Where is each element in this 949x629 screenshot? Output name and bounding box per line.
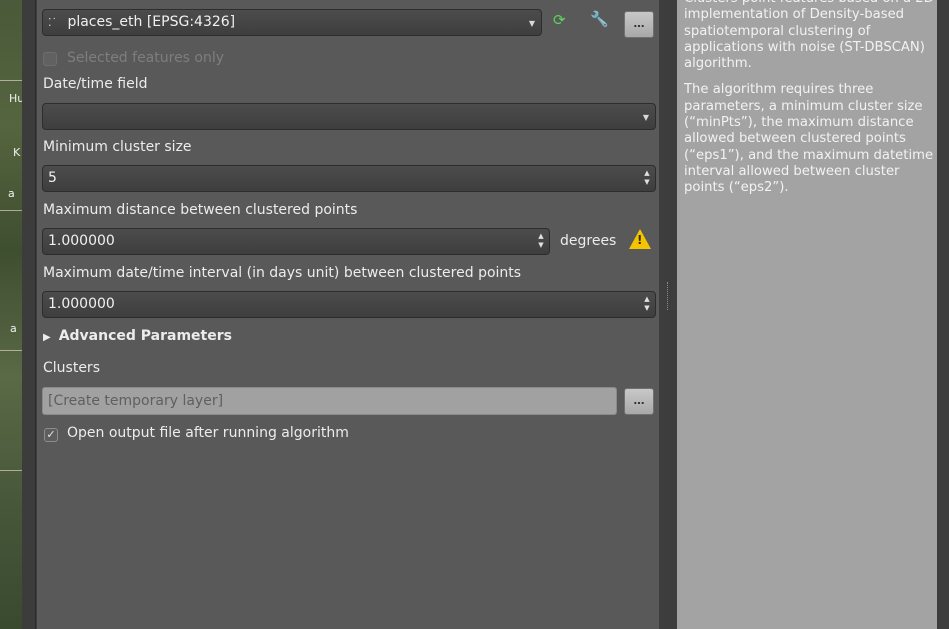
input-layer-more-button[interactable]: … (624, 11, 654, 38)
max-distance-label: Maximum distance between clustered point… (43, 202, 358, 218)
open-output-checkbox[interactable]: ✓ (44, 428, 58, 442)
spin-arrows-icon[interactable]: ▲ ▼ (643, 295, 651, 313)
advanced-parameters-label: Advanced Parameters (58, 328, 232, 344)
input-layer-combo[interactable]: ⁚˙ places_eth [EPSG:4326] ▼ (42, 9, 542, 36)
processing-dialog: Hu K a a ⁚˙ places_eth [EPSG:4326] ▼ ⟳ 🔧… (0, 0, 949, 629)
clusters-more-button[interactable]: … (624, 388, 654, 415)
spin-arrows-icon[interactable]: ▲ ▼ (537, 232, 545, 250)
datetime-field-label: Date/time field (43, 76, 148, 92)
open-output-label: Open output file after running algorithm (67, 425, 349, 441)
help-paragraph: The algorithm requires three parameters,… (684, 82, 934, 196)
map-label: a (10, 322, 17, 335)
point-layer-icon: ⁚˙ (48, 16, 57, 29)
datetime-field-combo[interactable]: ▼ (42, 103, 656, 130)
chevron-down-icon: ▼ (528, 19, 535, 28)
clusters-output-field[interactable]: [Create temporary layer] (42, 387, 617, 415)
window-edge (937, 0, 949, 629)
clusters-output-placeholder: [Create temporary layer] (48, 393, 224, 409)
map-label: Hu (9, 92, 22, 105)
max-interval-value: 1.000000 (48, 296, 115, 312)
advanced-parameters-toggle[interactable]: ▶ Advanced Parameters (43, 328, 232, 344)
help-panel: Clusters point features based on a 2D im… (677, 0, 937, 629)
map-canvas[interactable]: Hu K a a (0, 0, 22, 629)
selected-features-label: Selected features only (67, 50, 225, 66)
max-distance-spinbox[interactable]: 1.000000 ▲ ▼ (42, 228, 550, 255)
dock-edge (22, 0, 36, 629)
triangle-right-icon: ▶ (43, 332, 51, 343)
max-distance-value: 1.000000 (48, 233, 115, 249)
clusters-label: Clusters (43, 360, 100, 376)
spin-arrows-icon[interactable]: ▲ ▼ (643, 169, 651, 187)
distance-unit-label: degrees (560, 233, 617, 249)
help-paragraph: Clusters point features based on a 2D im… (684, 0, 934, 72)
input-layer-value: places_eth [EPSG:4326] (67, 14, 236, 30)
min-cluster-spinbox[interactable]: 5 ▲ ▼ (42, 165, 656, 192)
max-interval-spinbox[interactable]: 1.000000 ▲ ▼ (42, 291, 656, 318)
min-cluster-value: 5 (48, 170, 57, 186)
map-label: a (8, 187, 15, 200)
warning-mark: ! (637, 233, 643, 247)
map-label: K (13, 146, 21, 159)
panel-splitter[interactable] (659, 0, 677, 629)
iterate-icon[interactable]: ⟳ (553, 11, 566, 29)
chevron-down-icon: ▼ (642, 113, 649, 122)
splitter-grip[interactable] (667, 282, 669, 310)
selected-features-checkbox[interactable] (43, 52, 57, 66)
max-interval-label: Maximum date/time interval (in days unit… (43, 265, 522, 281)
wrench-icon[interactable]: 🔧 (590, 10, 609, 28)
min-cluster-label: Minimum cluster size (43, 139, 192, 155)
